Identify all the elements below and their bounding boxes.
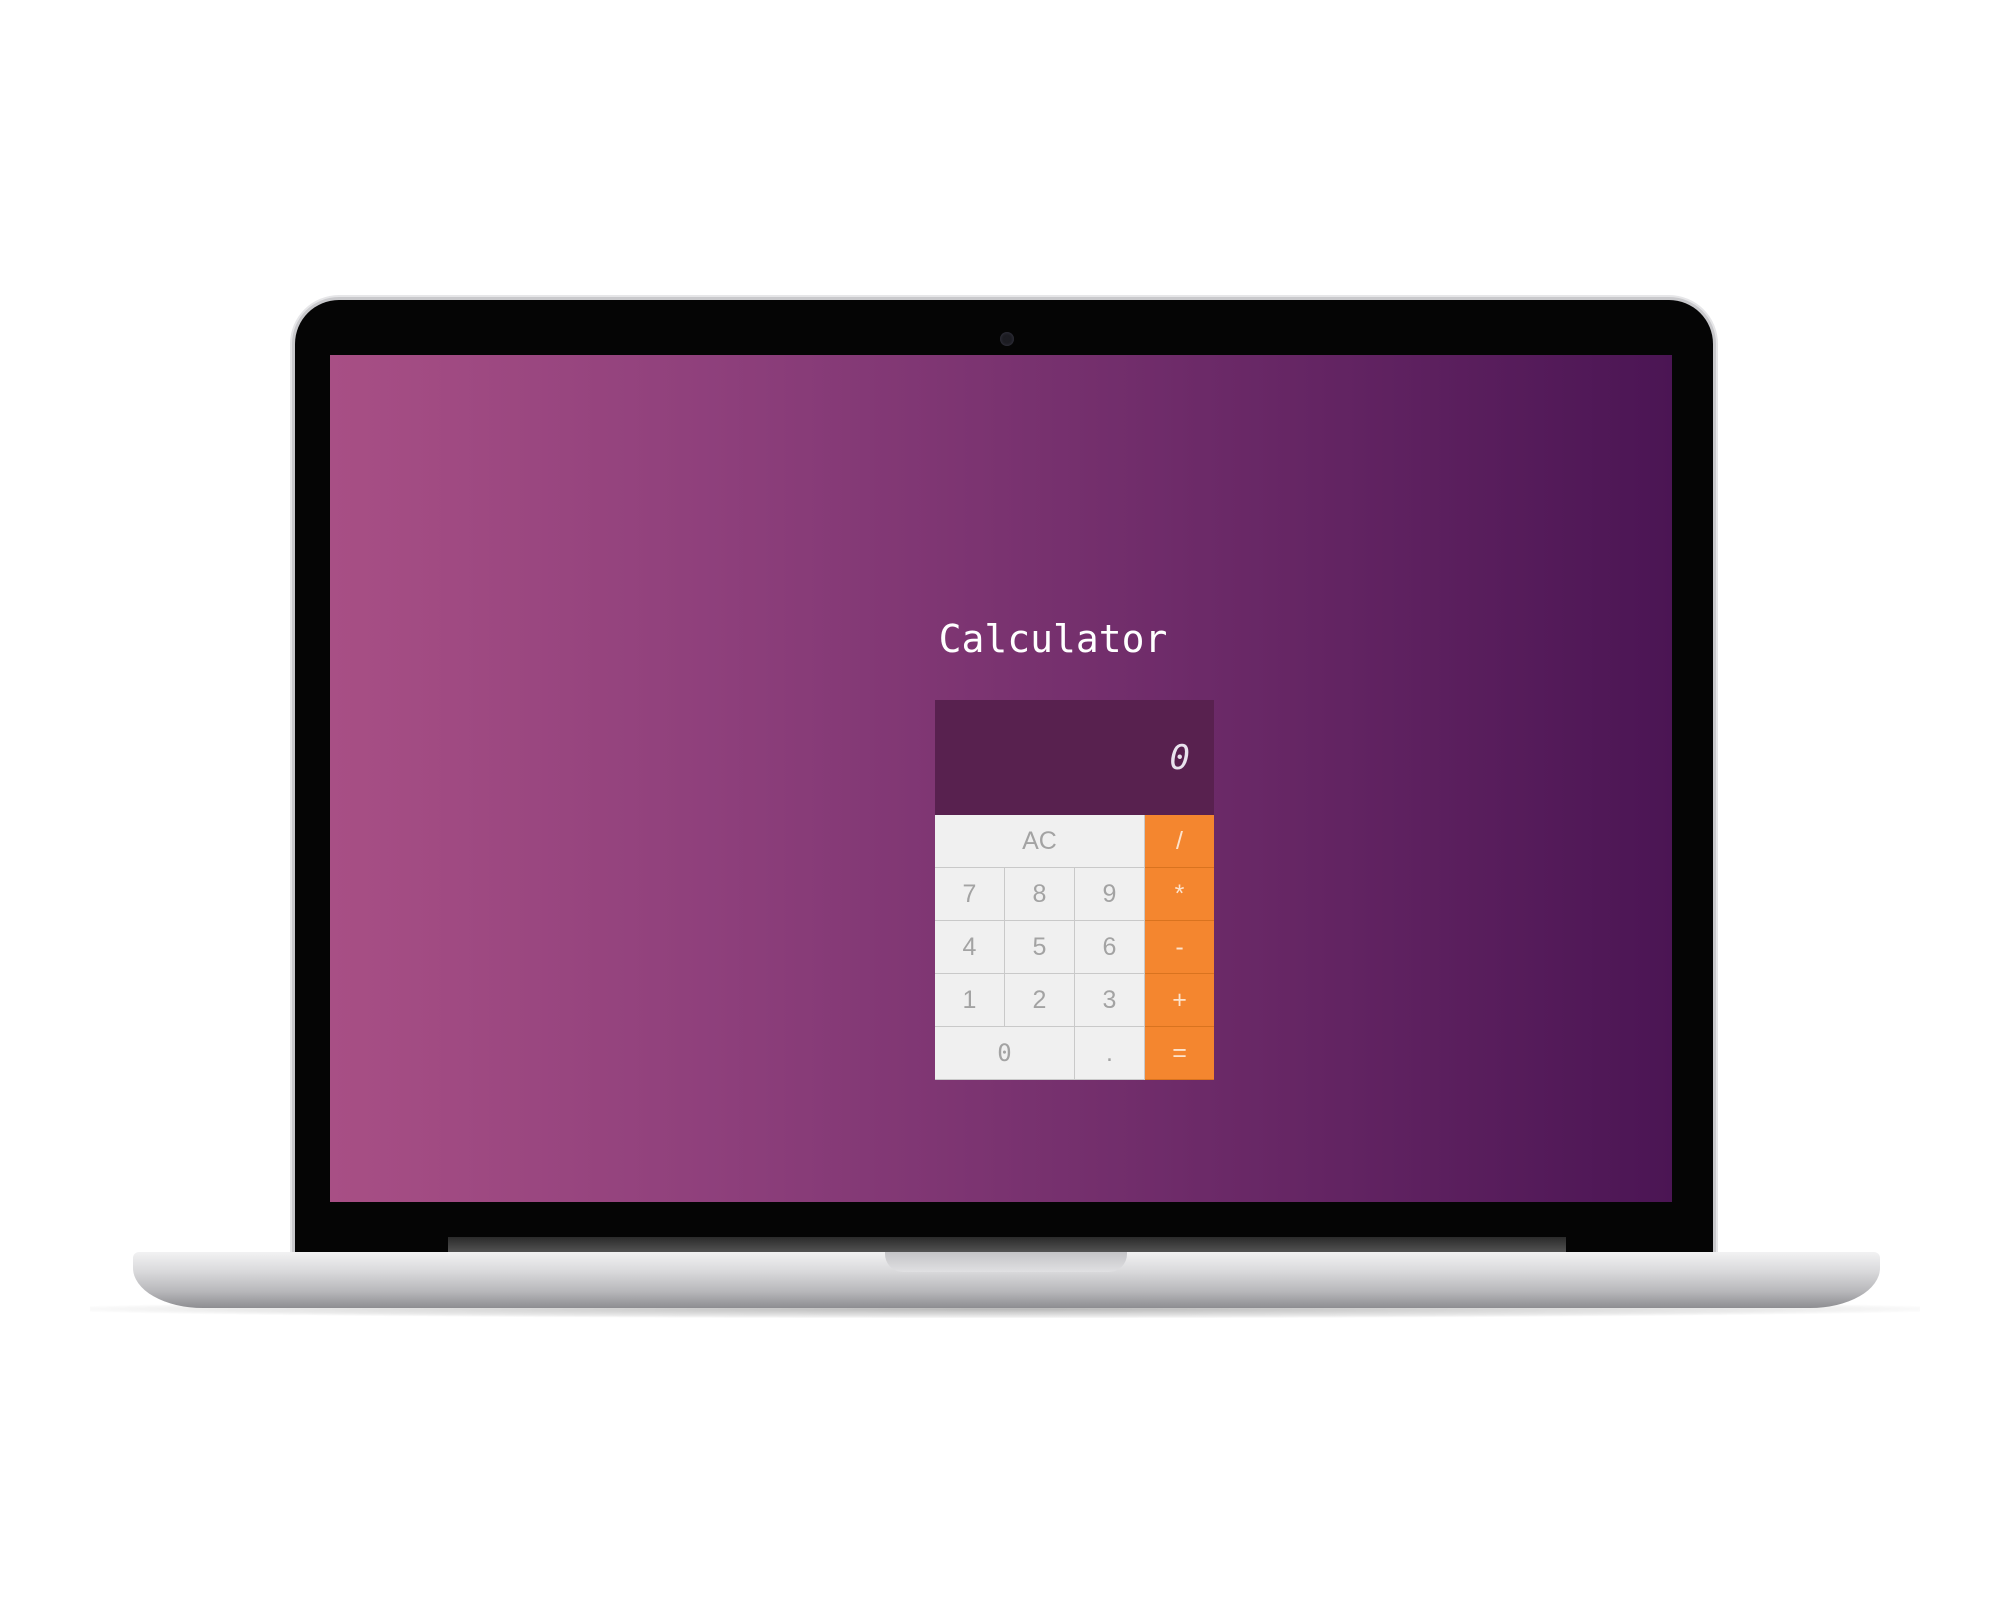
keypad: AC / 7 8 9 * 4 5 6 - 1 2 3 + 0 . =	[935, 815, 1214, 1080]
app-title: Calculator	[938, 617, 1168, 661]
add-button[interactable]: +	[1145, 974, 1214, 1027]
calculator: 0 AC / 7 8 9 * 4 5 6 - 1 2 3 + 0 . =	[935, 700, 1214, 1080]
multiply-button[interactable]: *	[1145, 868, 1214, 921]
two-button[interactable]: 2	[1005, 974, 1075, 1027]
laptop-screen: Calculator 0 AC / 7 8 9 * 4 5 6 - 1 2 3 …	[330, 355, 1672, 1202]
decimal-button[interactable]: .	[1075, 1027, 1145, 1080]
five-button[interactable]: 5	[1005, 921, 1075, 974]
six-button[interactable]: 6	[1075, 921, 1145, 974]
equals-button[interactable]: =	[1145, 1027, 1214, 1080]
seven-button[interactable]: 7	[935, 868, 1005, 921]
display-value: 0	[1169, 737, 1190, 778]
webcam-icon	[1000, 332, 1014, 346]
laptop-notch	[885, 1252, 1127, 1272]
subtract-button[interactable]: -	[1145, 921, 1214, 974]
divide-button[interactable]: /	[1145, 815, 1214, 868]
eight-button[interactable]: 8	[1005, 868, 1075, 921]
four-button[interactable]: 4	[935, 921, 1005, 974]
three-button[interactable]: 3	[1075, 974, 1145, 1027]
zero-button[interactable]: 0	[935, 1027, 1075, 1080]
clear-button[interactable]: AC	[935, 815, 1145, 868]
page: Calculator 0 AC / 7 8 9 * 4 5 6 - 1 2 3 …	[0, 0, 2000, 1600]
nine-button[interactable]: 9	[1075, 868, 1145, 921]
calculator-display: 0	[935, 700, 1214, 815]
one-button[interactable]: 1	[935, 974, 1005, 1027]
